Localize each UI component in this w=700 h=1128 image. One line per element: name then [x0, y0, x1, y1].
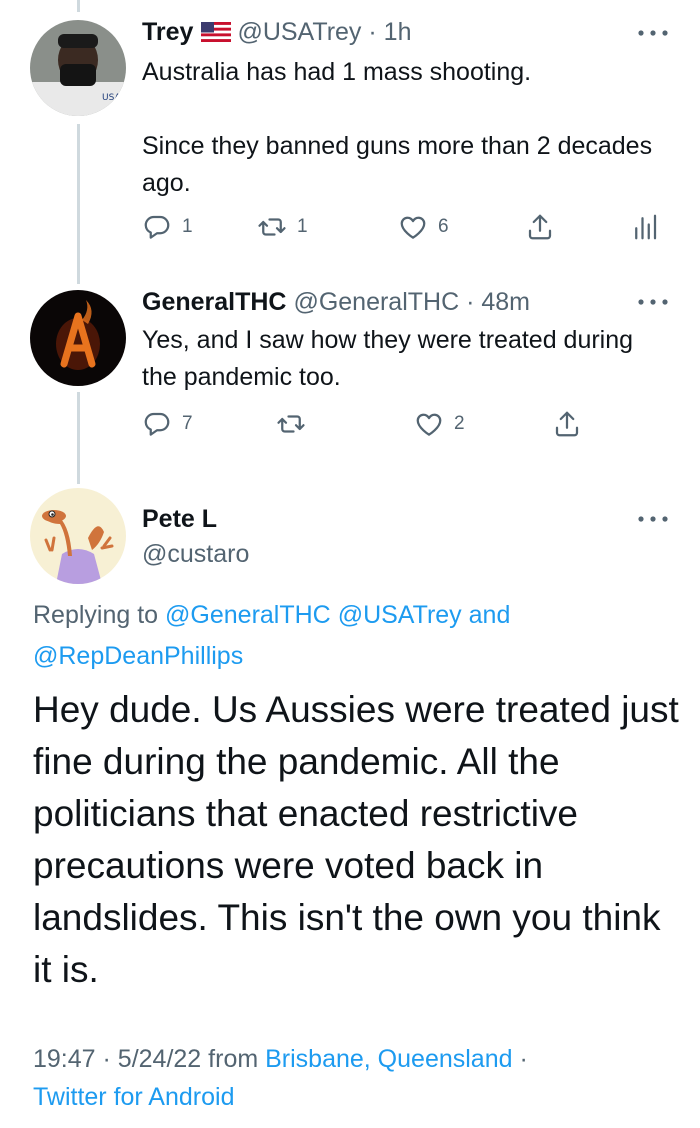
from-label: from — [208, 1045, 259, 1073]
tweet-text: Australia has had 1 mass shooting. Since… — [142, 54, 662, 202]
tweet-header: Trey @USATrey · 1h — [142, 17, 411, 47]
share-button[interactable] — [552, 409, 582, 439]
replying-and-link[interactable]: and — [469, 601, 511, 629]
like-count: 6 — [438, 216, 449, 237]
retweet-icon — [258, 218, 286, 236]
like-button[interactable]: 6 — [398, 212, 449, 242]
reply-button[interactable]: 1 — [142, 212, 193, 242]
thread-line — [77, 0, 80, 12]
author-name[interactable]: Pete L — [142, 505, 217, 534]
separator-dot: · — [519, 1045, 528, 1073]
retweet-icon — [277, 415, 305, 433]
author-handle[interactable]: @GeneralTHC — [293, 288, 459, 316]
replying-prefix: Replying to — [33, 601, 159, 629]
share-icon — [555, 411, 579, 437]
author-handle[interactable]: @USATrey — [237, 18, 361, 46]
thread-line — [77, 392, 80, 484]
tweet-text-line: Australia has had 1 mass shooting. Since… — [142, 58, 653, 197]
mention-link[interactable]: @USATrey — [338, 601, 462, 629]
like-count: 2 — [454, 413, 465, 434]
avatar-generalthc[interactable] — [30, 290, 126, 386]
tweet-text: Hey dude. Us Aussies were treated just f… — [33, 689, 679, 990]
avatar-trey[interactable]: USA — [30, 20, 126, 116]
reply-icon — [144, 215, 170, 239]
client-link[interactable]: Twitter for Android — [33, 1083, 234, 1111]
more-icon[interactable] — [636, 297, 670, 307]
analytics-icon — [635, 214, 657, 240]
like-button[interactable]: 2 — [414, 409, 465, 439]
replying-to: Replying to @GeneralTHC @USATrey and @Re… — [33, 595, 673, 677]
separator-dot: · — [102, 1045, 111, 1073]
reply-count: 1 — [182, 216, 193, 237]
like-icon — [400, 216, 426, 239]
share-icon — [528, 214, 552, 240]
analytics-button[interactable] — [630, 212, 660, 242]
location-link[interactable]: Brisbane, Queensland — [265, 1045, 512, 1073]
tweet-time[interactable]: 19:47 — [33, 1045, 96, 1073]
separator-dot: · — [368, 18, 377, 46]
separator-dot: · — [466, 288, 475, 316]
more-icon[interactable] — [636, 514, 670, 524]
like-icon — [416, 413, 442, 436]
mention-link[interactable]: @RepDeanPhillips — [33, 642, 243, 670]
retweet-button[interactable]: 1 — [257, 212, 308, 242]
tweet-text: Yes, and I saw how they were treated dur… — [142, 326, 634, 391]
reply-icon — [144, 412, 170, 436]
share-button[interactable] — [525, 212, 555, 242]
tweet-meta: 19:47 · 5/24/22 from Brisbane, Queenslan… — [33, 1040, 673, 1116]
us-flag-icon — [201, 22, 232, 42]
mention-link[interactable]: @GeneralTHC — [165, 601, 331, 629]
tweet-date[interactable]: 5/24/22 — [118, 1045, 201, 1073]
timestamp[interactable]: 48m — [481, 288, 530, 316]
svg-text:USA: USA — [102, 93, 121, 103]
thread-line — [77, 124, 80, 284]
timestamp[interactable]: 1h — [384, 18, 412, 46]
retweet-count: 1 — [297, 216, 308, 237]
author-name[interactable]: GeneralTHC — [142, 288, 286, 316]
reply-count: 7 — [182, 413, 193, 434]
tweet-header: GeneralTHC @GeneralTHC · 48m — [142, 287, 530, 317]
author-name[interactable]: Trey — [142, 18, 193, 46]
avatar-pete-l[interactable] — [30, 488, 126, 584]
author-handle[interactable]: @custaro — [142, 540, 249, 569]
reply-button[interactable]: 7 — [142, 409, 193, 439]
retweet-button[interactable] — [276, 409, 306, 439]
more-icon[interactable] — [636, 28, 670, 38]
